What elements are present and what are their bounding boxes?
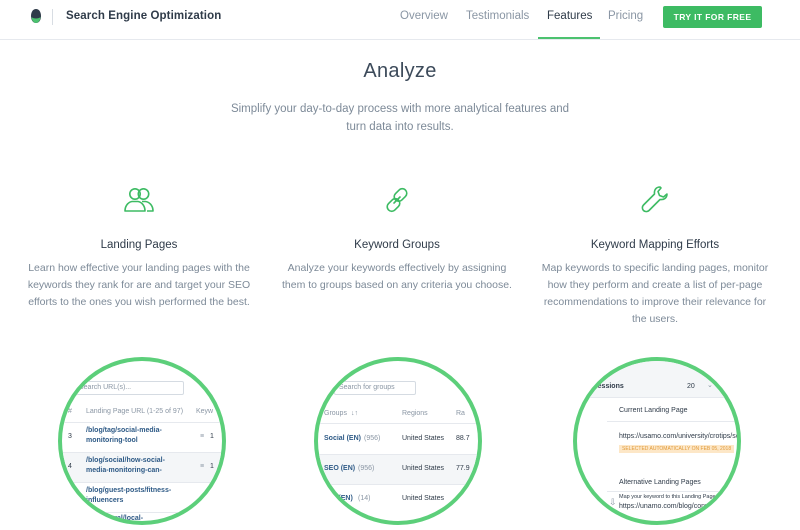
row-url-line1[interactable]: /general/local- bbox=[96, 515, 143, 521]
row-divider bbox=[607, 491, 737, 492]
row-url-line2[interactable]: monitoring-tool bbox=[86, 437, 138, 444]
section-title: Analyze bbox=[363, 60, 437, 82]
chevron-down-icon[interactable]: ⌄ bbox=[707, 381, 713, 389]
search-placeholder: Search URL(s)... bbox=[79, 384, 132, 391]
row-url-line2[interactable]: influencers bbox=[86, 497, 123, 504]
sessions-value: 20 bbox=[687, 383, 695, 390]
row-divider bbox=[318, 423, 478, 424]
map-arrow-icon[interactable]: ⇩ bbox=[609, 497, 617, 508]
top-navbar: Search Engine Optimization Overview Test… bbox=[0, 0, 800, 40]
map-keyword-label: Map your keyword to this Landing Page bbox=[619, 494, 716, 500]
feature-title: Keyword Mapping Efforts bbox=[590, 239, 720, 251]
feature-keyword-groups: Keyword Groups Analyze your keywords eff… bbox=[282, 183, 512, 294]
group-region: United States bbox=[402, 495, 445, 502]
row-divider bbox=[62, 512, 222, 513]
link-icon bbox=[386, 187, 408, 213]
group-region: United States bbox=[402, 435, 445, 442]
group-name[interactable]: eral (EN) bbox=[324, 495, 353, 502]
col-keywords[interactable]: Keyw bbox=[196, 408, 213, 415]
row-url-line1[interactable]: /blog/guest-posts/fitness- bbox=[86, 487, 171, 494]
feature-title: Landing Pages bbox=[100, 239, 178, 251]
group-count: (956) bbox=[358, 465, 375, 472]
row-divider bbox=[577, 397, 737, 398]
col-groups[interactable]: Groups bbox=[324, 410, 347, 417]
landing-pages-preview: Search URL(s)... # Landing Page URL (1-2… bbox=[58, 357, 226, 525]
users-icon bbox=[124, 188, 154, 212]
row-url-line1[interactable]: /blog/tag/social-media- bbox=[86, 427, 162, 434]
col-hash: # bbox=[68, 408, 72, 415]
row-list-icon: ≡ bbox=[200, 433, 205, 440]
row-list-icon: ≡ bbox=[200, 463, 205, 470]
row-number: 4 bbox=[68, 463, 72, 470]
current-landing-url[interactable]: https://usamo.com/university/crotips/se bbox=[619, 433, 737, 440]
nav-pricing[interactable]: Pricing bbox=[608, 10, 643, 22]
group-region: United States bbox=[402, 465, 445, 472]
feature-title: Keyword Groups bbox=[354, 239, 440, 251]
brand-title[interactable]: Search Engine Optimization bbox=[66, 10, 221, 22]
keyword-mapping-preview: Sessions 20 ⌄ Current Landing Page https… bbox=[573, 357, 741, 525]
group-name[interactable]: Social (EN) bbox=[324, 435, 361, 442]
search-placeholder: Search for groups bbox=[339, 384, 395, 391]
sessions-label: Sessions bbox=[593, 383, 624, 390]
group-value: 88.7 bbox=[456, 435, 470, 442]
row-divider bbox=[62, 422, 222, 423]
sessions-header bbox=[577, 361, 737, 397]
row-divider bbox=[62, 482, 222, 483]
section-subtitle: Simplify your day-to-day process with mo… bbox=[230, 103, 570, 133]
col-landing-url[interactable]: Landing Page URL (1-25 of 97) bbox=[86, 408, 183, 415]
nav-features[interactable]: Features bbox=[547, 10, 592, 22]
wrench-icon bbox=[641, 186, 668, 213]
row-number: 3 bbox=[68, 433, 72, 440]
sort-icon[interactable]: ↓↑ bbox=[351, 410, 358, 417]
row-value: 1 bbox=[210, 433, 214, 440]
group-count: (14) bbox=[358, 495, 371, 502]
col-rank[interactable]: Ra bbox=[456, 410, 465, 417]
group-search-input[interactable]: Search for groups bbox=[334, 381, 416, 395]
row-value: 1 bbox=[210, 463, 214, 470]
row-url-line2[interactable]: media-monitoring-can- bbox=[86, 467, 162, 474]
row-divider bbox=[318, 484, 478, 485]
nav-overview[interactable]: Overview bbox=[400, 10, 448, 22]
try-free-button[interactable]: TRY IT FOR FREE bbox=[663, 6, 762, 28]
group-name[interactable]: SEO (EN) bbox=[324, 465, 355, 472]
auto-selected-badge: SELECTED AUTOMATICALLY ON FEB 05, 2018 bbox=[619, 445, 735, 453]
group-count: (956) bbox=[364, 435, 381, 442]
brand-divider bbox=[52, 9, 53, 25]
nav-active-indicator bbox=[538, 37, 600, 39]
feature-keyword-mapping: Keyword Mapping Efforts Map keywords to … bbox=[540, 183, 770, 328]
nav-testimonials[interactable]: Testimonials bbox=[466, 10, 529, 22]
group-value: 77.9 bbox=[456, 465, 470, 472]
feature-description: Learn how effective your landing pages w… bbox=[27, 262, 251, 308]
row-divider bbox=[607, 421, 737, 422]
url-search-input[interactable]: Search URL(s)... bbox=[74, 381, 184, 395]
alternative-landing-label: Alternative Landing Pages bbox=[619, 479, 701, 486]
keyword-groups-preview: Search for groups Groups ↓↑ Regions Ra S… bbox=[314, 357, 482, 525]
feature-landing-pages: Landing Pages Learn how effective your l… bbox=[24, 183, 254, 311]
logo-icon[interactable] bbox=[31, 9, 41, 23]
col-regions[interactable]: Regions bbox=[402, 410, 428, 417]
alternative-landing-url[interactable]: https://unamo.com/blog/conve bbox=[619, 503, 712, 510]
row-url-line1[interactable]: /blog/social/how-social- bbox=[86, 457, 165, 464]
feature-description: Map keywords to specific landing pages, … bbox=[541, 262, 769, 325]
feature-description: Analyze your keywords effectively by ass… bbox=[282, 262, 512, 291]
current-landing-label: Current Landing Page bbox=[619, 407, 688, 414]
